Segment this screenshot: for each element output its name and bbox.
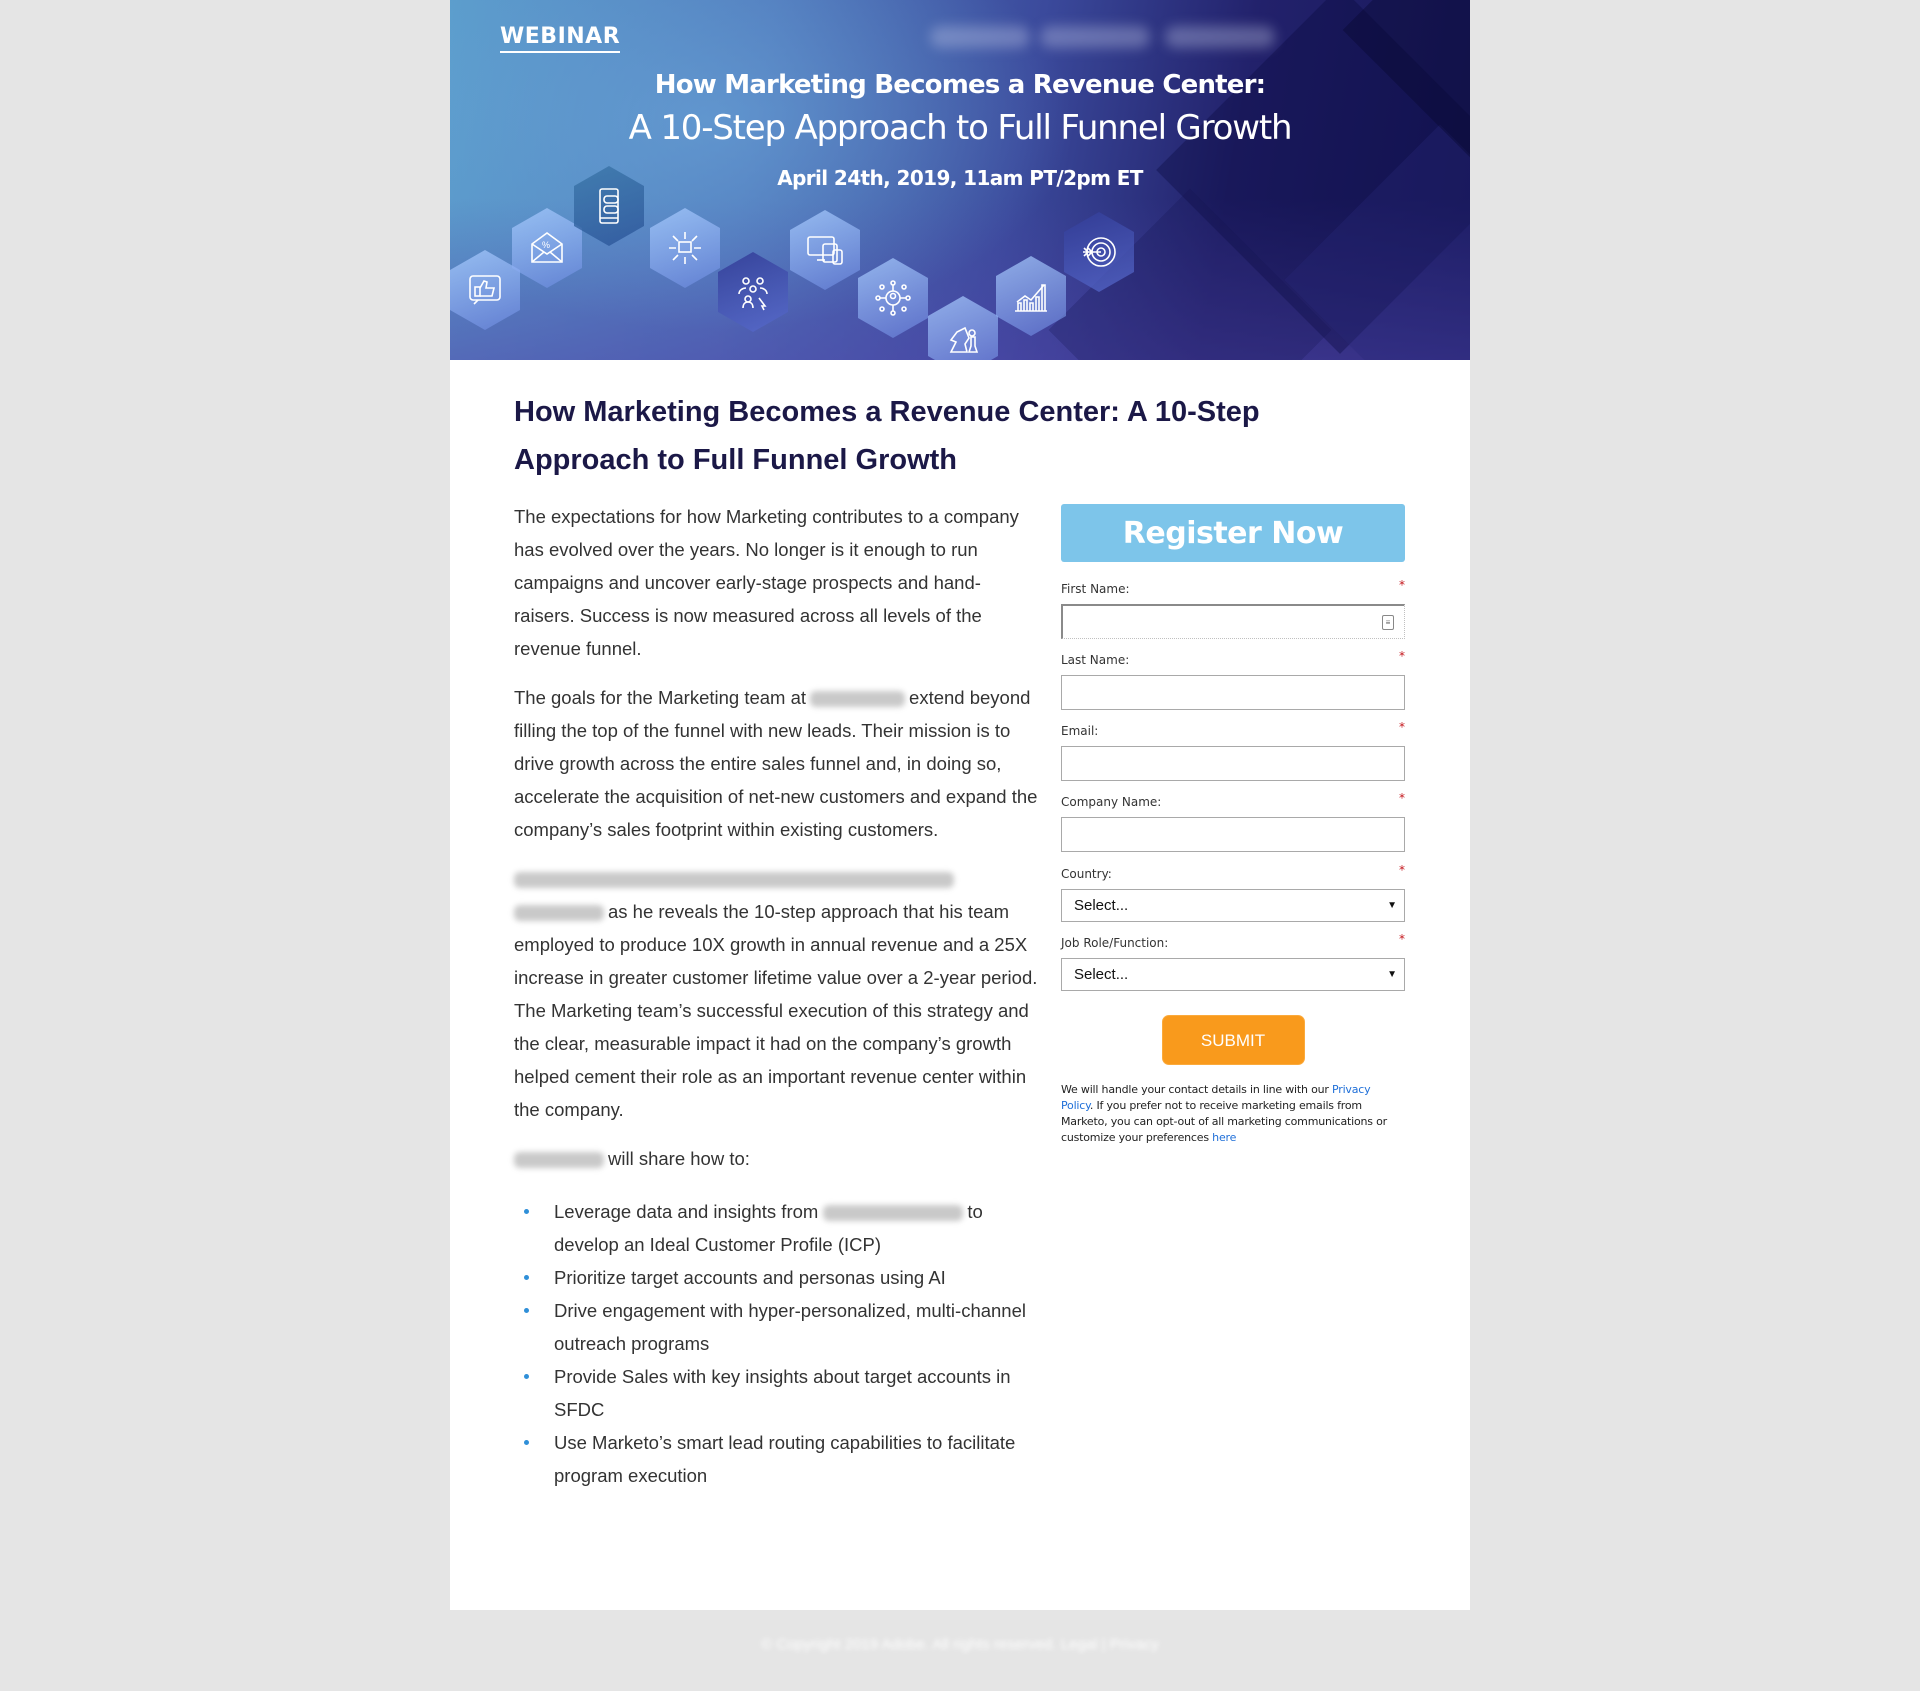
- banner-title: How Marketing Becomes a Revenue Center:: [654, 70, 1266, 100]
- redacted-copyright-text: © Copyright 2019 Adobe. All rights reser…: [761, 1636, 1159, 1653]
- required-marker: *: [1399, 932, 1405, 946]
- first-name-label: First Name:: [1061, 582, 1130, 596]
- redacted-logo: [1040, 26, 1150, 48]
- country-label: Country:: [1061, 867, 1112, 881]
- first-name-field: First Name: * ≡: [1061, 578, 1405, 639]
- page-title: How Marketing Becomes a Revenue Center: …: [514, 396, 1260, 476]
- last-name-input[interactable]: [1061, 675, 1405, 710]
- redacted-logo: [930, 26, 1030, 48]
- bullet-icon: [524, 1209, 529, 1214]
- last-name-field: Last Name: *: [1061, 649, 1405, 710]
- email-input[interactable]: [1061, 746, 1405, 781]
- email-label: Email:: [1061, 724, 1099, 738]
- register-now-heading: Register Now: [1061, 504, 1405, 562]
- speaker-text: as he reveals the 10-step approach that …: [514, 901, 1038, 1120]
- description-column: The expectations for how Marketing contr…: [514, 500, 1039, 1492]
- share-intro-text: will share how to:: [608, 1148, 750, 1169]
- goals-text-start: The goals for the Marketing team at: [514, 687, 807, 708]
- multi-device-icon: [790, 210, 860, 290]
- email-field: Email: *: [1061, 720, 1405, 781]
- autofill-contact-icon[interactable]: ≡: [1382, 615, 1394, 630]
- required-marker: *: [1399, 720, 1405, 734]
- bullet-icon: [524, 1308, 529, 1313]
- webinar-banner: WEBINAR How Marketing Becomes a Revenue …: [450, 0, 1470, 360]
- company-name-field: Company Name: *: [1061, 791, 1405, 852]
- redacted-logo: [1165, 26, 1275, 48]
- thumbs-up-chat-icon: [450, 250, 520, 330]
- network-person-icon: [858, 258, 928, 338]
- bullet-icon: [524, 1275, 529, 1280]
- list-item: Provide Sales with key insights about ta…: [514, 1360, 1039, 1426]
- country-field: Country: * Select... ▼: [1061, 863, 1405, 922]
- job-role-field: Job Role/Function: * Select... ▼: [1061, 932, 1405, 991]
- speaker-paragraph: as he reveals the 10-step approach that …: [514, 862, 1039, 1126]
- goals-paragraph: The goals for the Marketing team at exten…: [514, 681, 1039, 846]
- redacted-company-name: [514, 905, 604, 922]
- registration-form: Register Now First Name: * ≡ Last Name: * …: [1061, 504, 1405, 1146]
- broadcast-message-icon: [650, 208, 720, 288]
- dropdown-arrow-icon: ▼: [1387, 900, 1397, 911]
- dropdown-arrow-icon: ▼: [1387, 969, 1397, 980]
- svg-text:%: %: [542, 240, 550, 250]
- email-discount-icon: %: [512, 208, 582, 288]
- footer: © Copyright 2019 Adobe. All rights reser…: [450, 1636, 1470, 1654]
- job-role-label: Job Role/Function:: [1061, 936, 1169, 950]
- redacted-company-name: [810, 691, 906, 708]
- list-item: Use Marketo’s smart lead routing capabil…: [514, 1426, 1039, 1492]
- list-item: Prioritize target accounts and personas …: [514, 1261, 1039, 1294]
- bullet-icon: [524, 1440, 529, 1445]
- company-name-label: Company Name:: [1061, 795, 1162, 809]
- job-role-select[interactable]: Select... ▼: [1061, 958, 1405, 991]
- list-item: Leverage data and insights from to develo…: [514, 1195, 1039, 1261]
- landing-page: WEBINAR How Marketing Becomes a Revenue …: [450, 0, 1470, 1610]
- required-marker: *: [1399, 578, 1405, 592]
- required-marker: *: [1399, 791, 1405, 805]
- takeaways-list: Leverage data and insights from to develo…: [514, 1195, 1039, 1492]
- first-name-input[interactable]: ≡: [1061, 604, 1405, 639]
- share-intro: will share how to:: [514, 1142, 1039, 1175]
- redacted-company-name: [514, 1152, 604, 1169]
- banner-subtitle: A 10-Step Approach to Full Funnel Growth: [628, 108, 1293, 148]
- intro-paragraph: The expectations for how Marketing contr…: [514, 506, 1019, 659]
- privacy-disclaimer: We will handle your contact details in l…: [1061, 1083, 1387, 1144]
- webinar-tag: WEBINAR: [500, 24, 621, 53]
- required-marker: *: [1399, 649, 1405, 663]
- last-name-label: Last Name:: [1061, 653, 1130, 667]
- redacted-speaker-name: [514, 872, 954, 889]
- list-item: Drive engagement with hyper-personalized…: [514, 1294, 1039, 1360]
- required-marker: *: [1399, 863, 1405, 877]
- bullet-icon: [524, 1374, 529, 1379]
- company-name-input[interactable]: [1061, 817, 1405, 852]
- preferences-link[interactable]: here: [1212, 1131, 1236, 1144]
- redacted-partner-name: [823, 1205, 964, 1222]
- goals-text-end: extend beyond filling the top of the fun…: [514, 687, 1038, 840]
- country-select[interactable]: Select... ▼: [1061, 889, 1405, 922]
- chess-strategy-icon: [928, 296, 998, 360]
- audience-select-icon: [718, 252, 788, 332]
- submit-button[interactable]: SUBMIT: [1161, 1015, 1305, 1065]
